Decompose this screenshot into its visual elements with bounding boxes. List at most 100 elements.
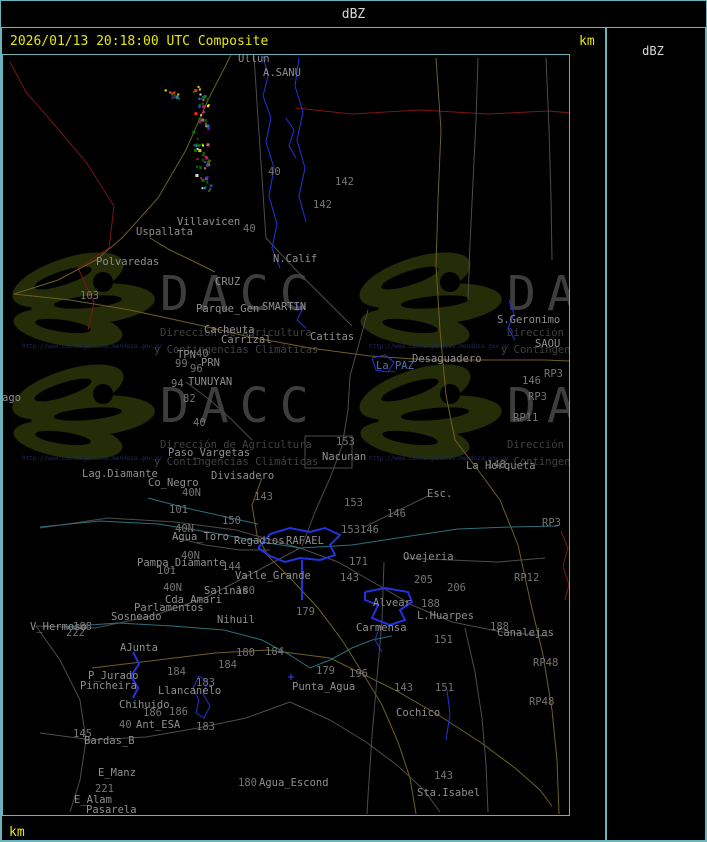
left-border: [0, 28, 2, 842]
map-place-label: RP48: [533, 657, 558, 669]
map-place-label: La_PAZ: [376, 360, 414, 372]
map-place-label: 196: [349, 668, 368, 680]
map-place-label: Nihuil: [217, 614, 255, 626]
map-place-label: 171: [349, 556, 368, 568]
map-place-label: Ullun: [238, 55, 270, 65]
map-place-label: Pincheira: [80, 680, 137, 692]
map-place-label: Carmensa: [356, 622, 407, 634]
map-place-label: RP12: [514, 572, 539, 584]
map-place-label: 146: [387, 508, 406, 520]
map-place-label: 184: [218, 659, 237, 671]
map-place-label: RP48: [529, 696, 554, 708]
map-place-label: 146: [522, 375, 541, 387]
map-place-label: 188: [421, 598, 440, 610]
svg-text:Dirección de Agricultura: Dirección de Agricultura: [507, 439, 569, 451]
map-place-label: Divisadero: [211, 470, 274, 482]
map-place-label: 101: [169, 504, 188, 516]
map-place-label: Desaguadero: [412, 353, 482, 365]
map-place-label: 40N: [163, 582, 182, 594]
map-echoes: [164, 85, 213, 192]
svg-text:DACC: DACC: [160, 378, 320, 434]
map-place-label: 153: [336, 436, 355, 448]
map-place-label: Catitas: [310, 331, 354, 343]
map-place-label: 206: [447, 582, 466, 594]
map-place-label: 151: [434, 634, 453, 646]
map-place-label: Alvear: [373, 597, 411, 609]
map-place-label: RAFAEL: [286, 535, 324, 547]
map-place-label: 144: [222, 561, 241, 573]
map-place-label: 40N: [182, 487, 201, 499]
map-place-label: 143: [434, 770, 453, 782]
map-place-label: Ovejeria: [403, 551, 454, 563]
map-place-label: 184: [265, 646, 284, 658]
map-place-label: Parque_Gen: [196, 303, 259, 315]
map-place-label: 142: [313, 199, 332, 211]
map-place-label: 40: [268, 166, 281, 178]
map-place-label: Nacunan: [322, 451, 366, 463]
map-place-label: SAOU: [535, 338, 560, 350]
map-place-label: AJunta: [120, 642, 158, 654]
map-place-label: Sosneado: [111, 611, 162, 623]
map-place-label: Lag.Diamante: [82, 468, 158, 480]
map-place-label: 180: [236, 585, 255, 597]
map-watermark: DACCDirección de Agriculturay Contingenc…: [12, 252, 569, 468]
map-place-label: RP3: [542, 517, 561, 529]
map-place-label: 150: [222, 515, 241, 527]
map-place-label: 143: [394, 682, 413, 694]
map-place-label: 143: [340, 572, 359, 584]
map-place-label: Polvaredas: [96, 256, 159, 268]
map-place-label: 101: [157, 565, 176, 577]
map-place-label: Ant_ESA: [136, 719, 181, 731]
map-place-label: Sta.Isabel: [417, 787, 480, 799]
panel-divider: [605, 28, 607, 842]
map-place-label: 179: [316, 665, 335, 677]
map-place-label: L.Huarpes: [417, 610, 474, 622]
map-place-label: Canalejas: [497, 627, 554, 639]
map-place-label: Regadios: [234, 535, 285, 547]
map-place-label: Agua_Toro: [172, 531, 229, 543]
map-place-label: Bardas_B: [84, 735, 135, 747]
map-place-label: 146: [360, 524, 379, 536]
map-place-label: Llancanelo: [158, 685, 221, 697]
map-place-label: S.Geronimo: [497, 314, 560, 326]
map-place-label: Carrizal: [221, 334, 272, 346]
svg-text:http://www.contingencias.mendo: http://www.contingencias.mendoza.gov.ar: [22, 455, 163, 462]
map-place-label: 151: [435, 682, 454, 694]
map-place-label: Punta_Agua: [292, 681, 355, 693]
map-place-label: 179: [296, 606, 315, 618]
map-place-label: 186: [143, 707, 162, 719]
map-place-label: Pasarela: [86, 804, 137, 815]
map-rivers-teal: [39, 497, 559, 669]
map-place-label: RP3: [544, 368, 563, 380]
map-place-label: 40N: [181, 550, 200, 562]
map-place-label: 143: [254, 491, 273, 503]
map-place-label: 153: [341, 524, 360, 536]
svg-text:http://www.contingencias.mendo: http://www.contingencias.mendoza.gov.ar: [22, 343, 163, 350]
map-place-label: 142: [335, 176, 354, 188]
map-place-label: 180: [238, 777, 257, 789]
svg-text:http://www.contingencias.mendo: http://www.contingencias.mendoza.gov.ar: [369, 343, 510, 350]
map-place-label: Agua_Escond: [259, 777, 329, 789]
map-place-label: 40: [193, 417, 206, 429]
map-place-label: TUNUYAN: [188, 376, 232, 388]
map-place-label: N.Calif: [273, 253, 317, 265]
map-place-label: 96: [190, 363, 203, 375]
map-place-label: 183: [196, 721, 215, 733]
map-place-label: RP3: [528, 391, 547, 403]
map-place-label: Valle_Grande: [235, 570, 311, 582]
map-place-label: 40: [196, 348, 209, 360]
map-place-label: Esc.: [427, 488, 452, 500]
map-place-label: 82: [183, 393, 196, 405]
title-bar: dBZ: [0, 0, 707, 28]
map-place-label: 184: [167, 666, 186, 678]
map-roads: [35, 55, 553, 815]
map-place-label: 205: [414, 574, 433, 586]
map-place-label: Uspallata: [136, 226, 193, 238]
map-place-label: 153: [344, 497, 363, 509]
map-place-label: 103: [80, 290, 99, 302]
map-place-label: E_Manz: [98, 767, 136, 779]
window-title: dBZ: [341, 6, 366, 22]
map-place-label: 222: [66, 627, 85, 639]
map-place-label: 94: [171, 378, 184, 390]
map-place-label: 40: [243, 223, 256, 235]
